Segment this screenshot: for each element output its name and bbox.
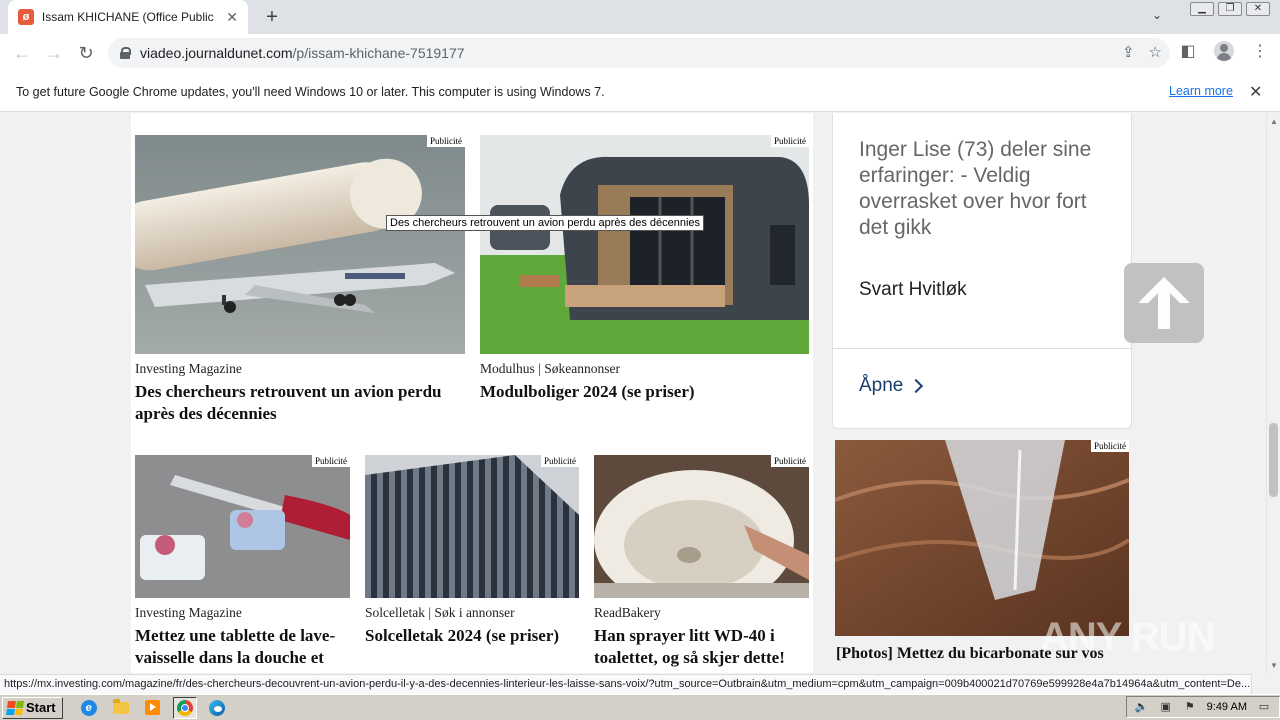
ad-title[interactable]: Modulboliger 2024 (se priser) — [480, 381, 800, 403]
ad-title[interactable]: Des chercheurs retrouvent un avion perdu… — [135, 381, 455, 425]
cta-label: Åpne — [859, 375, 904, 396]
ad-badge: Publicité — [427, 135, 465, 147]
menu-kebab-icon[interactable]: ⋮ — [1248, 39, 1272, 63]
chevron-right-icon — [909, 378, 924, 394]
ad-badge: Publicité — [312, 455, 350, 467]
infobar-message: To get future Google Chrome updates, you… — [16, 84, 605, 99]
infobar-close-icon[interactable]: ✕ — [1249, 82, 1262, 102]
volume-icon[interactable]: 🔈 — [1135, 701, 1149, 713]
ad-source[interactable]: Modulhus | Søkeannonser — [480, 361, 620, 377]
scroll-down-arrow-icon[interactable]: ▼ — [1270, 661, 1278, 670]
start-label: Start — [26, 700, 56, 715]
ad-title[interactable]: Mettez une tablette de lave-vaisselle da… — [135, 625, 350, 669]
windows-flag-icon — [6, 700, 24, 715]
ad-image-airplane[interactable]: Publicité — [135, 135, 465, 354]
browser-toolbar: ← → ↻ viadeo.journaldunet.com/p/issam-kh… — [0, 34, 1280, 72]
scroll-to-top-button[interactable] — [1124, 263, 1204, 343]
folder-icon — [112, 698, 129, 714]
arrow-up-icon — [1138, 277, 1190, 329]
address-bar[interactable]: viadeo.journaldunet.com/p/issam-khichane… — [108, 38, 1170, 68]
scroll-up-arrow-icon[interactable]: ▲ — [1270, 117, 1278, 126]
side-ad-brand: Svart Hvitløk — [859, 279, 967, 300]
tab-strip: ø Issam KHICHANE (Office Public de Tr ✕ … — [0, 0, 1280, 34]
ad-card-solar-roof[interactable]: Publicité Solcelletak | Søk i annonser S… — [365, 455, 579, 673]
ad-title[interactable]: Han sprayer litt WD-40 i toalettet, og s… — [594, 625, 809, 669]
browser-tab[interactable]: ø Issam KHICHANE (Office Public de Tr ✕ — [8, 0, 248, 34]
ad-title[interactable]: Solcelletak 2024 (se priser) — [365, 625, 579, 647]
side-ad-card[interactable]: Inger Lise (73) deler sine erfaringer: -… — [832, 113, 1132, 429]
url-host: viadeo.journaldunet.com — [140, 45, 293, 61]
ad-card-toilet[interactable]: Publicité ReadBakery Han sprayer litt WD… — [594, 455, 809, 673]
taskbar-chrome[interactable] — [172, 696, 197, 719]
back-arrow-icon[interactable]: ← — [6, 37, 38, 69]
restore-icon[interactable]: ❐ — [1218, 2, 1242, 16]
tooltip: Des chercheurs retrouvent un avion perdu… — [386, 215, 705, 231]
ad-card-modular-house[interactable]: Publicité Modulhus | Søkeannonser Modulb… — [480, 135, 809, 435]
bookmark-star-icon[interactable]: ☆ — [1149, 43, 1162, 61]
edge-icon — [208, 699, 225, 716]
ad-source[interactable]: Investing Magazine — [135, 361, 242, 377]
sponsored-grid: Publicité Investing Magazine Des cherche… — [131, 113, 813, 673]
window-controls: ▁ ❐ ✕ — [1190, 2, 1270, 16]
side-ad-headline[interactable]: Inger Lise (73) deler sine erfaringer: -… — [859, 137, 1115, 241]
url-path: /p/issam-khichane-7519177 — [292, 45, 465, 61]
minimize-icon[interactable]: ▁ — [1190, 2, 1214, 16]
watermark-logo: ANY RUN — [1040, 615, 1216, 659]
profile-avatar-icon[interactable] — [1212, 39, 1236, 63]
taskbar-ie[interactable]: e — [77, 697, 101, 719]
action-center-flag-icon[interactable]: ⚑ — [1183, 701, 1197, 713]
ad-badge: Publicité — [771, 455, 809, 467]
ad-badge: Publicité — [771, 135, 809, 147]
ad-source[interactable]: ReadBakery — [594, 605, 661, 621]
ad-image-roof-sheets[interactable]: Publicité — [365, 455, 579, 598]
ad-card-airplane[interactable]: Publicité Investing Magazine Des cherche… — [135, 135, 465, 435]
taskbar-media-player[interactable] — [141, 697, 165, 719]
taskbar-explorer[interactable] — [109, 697, 133, 719]
media-player-icon — [145, 700, 161, 715]
learn-more-link[interactable]: Learn more — [1169, 84, 1233, 98]
link-status-bubble: https://mx.investing.com/magazine/fr/des… — [0, 674, 1252, 694]
page-content: Publicité Investing Magazine Des cherche… — [0, 113, 1266, 673]
update-infobar: To get future Google Chrome updates, you… — [0, 72, 1280, 112]
vertical-scrollbar[interactable]: ▲ ▼ — [1266, 113, 1280, 675]
ad-badge: Publicité — [1091, 440, 1129, 452]
ad-image-house[interactable]: Publicité — [480, 135, 809, 354]
share-icon[interactable]: ⇪ — [1122, 43, 1135, 61]
network-icon[interactable]: ▣ — [1159, 701, 1173, 713]
ad-source[interactable]: Investing Magazine — [135, 605, 242, 621]
ad-card-dishwasher-tablet[interactable]: Publicité Investing Magazine Mettez une … — [135, 455, 350, 673]
start-button[interactable]: Start — [2, 696, 63, 719]
internet-explorer-icon: e — [80, 699, 97, 716]
tab-title: Issam KHICHANE (Office Public de Tr — [41, 10, 216, 24]
show-desktop-icon[interactable]: ▭ — [1257, 701, 1271, 713]
side-ad-open-button[interactable]: Åpne — [859, 375, 924, 397]
clock[interactable]: 9:49 AM — [1207, 701, 1247, 713]
ad-image-toilet[interactable]: Publicité — [594, 455, 809, 598]
site-favicon-icon: ø — [18, 9, 34, 25]
ad-image-hair[interactable]: Publicité — [835, 440, 1129, 636]
tab-search-chevron-icon[interactable]: ⌄ — [1152, 8, 1162, 22]
ad-badge: Publicité — [541, 455, 579, 467]
windows-taskbar: Start e 🔈 ▣ ⚑ 9:49 AM ▭ — [0, 694, 1280, 720]
ad-image-tablet[interactable]: Publicité — [135, 455, 350, 598]
system-tray: 🔈 ▣ ⚑ 9:49 AM ▭ — [1125, 696, 1280, 718]
side-panel-icon[interactable]: ◧ — [1176, 39, 1200, 63]
reload-icon[interactable]: ↻ — [70, 37, 102, 69]
scrollbar-thumb[interactable] — [1269, 423, 1278, 497]
ad-source[interactable]: Solcelletak | Søk i annonser — [365, 605, 515, 621]
tab-close-icon[interactable]: ✕ — [226, 9, 238, 26]
divider — [833, 348, 1131, 349]
lock-icon[interactable] — [120, 47, 131, 59]
forward-arrow-icon[interactable]: → — [38, 37, 70, 69]
taskbar-edge[interactable] — [205, 697, 229, 719]
new-tab-plus-icon[interactable]: + — [260, 5, 284, 29]
window-close-icon[interactable]: ✕ — [1246, 2, 1270, 16]
chrome-icon — [176, 699, 193, 716]
